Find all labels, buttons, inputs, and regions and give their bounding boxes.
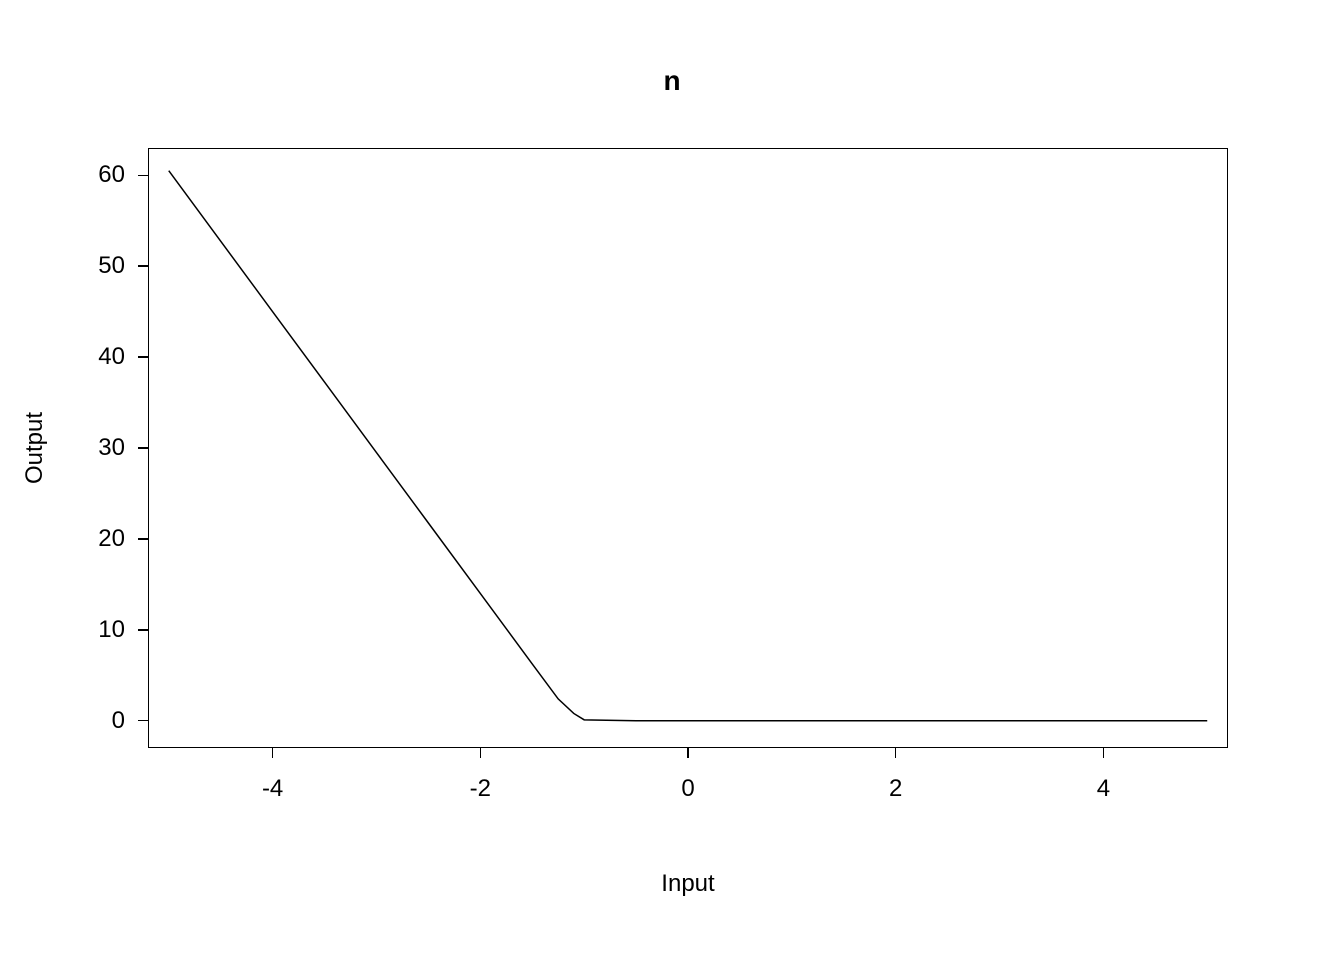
x-tick-label: 4	[1097, 775, 1110, 803]
y-tick-label: 50	[65, 252, 125, 280]
x-tick-label: -4	[262, 775, 283, 803]
y-tick	[138, 356, 148, 358]
y-tick	[138, 175, 148, 177]
y-tick-label: 10	[65, 616, 125, 644]
y-tick-label: 60	[65, 161, 125, 189]
y-tick	[138, 265, 148, 267]
y-axis-label: Output	[21, 412, 49, 484]
x-tick	[1103, 748, 1105, 758]
chart-title: n	[0, 65, 1344, 97]
chart-container: n Output Input -4-20240102030405060	[0, 0, 1344, 960]
x-tick	[272, 748, 274, 758]
x-tick	[895, 748, 897, 758]
y-tick	[138, 720, 148, 722]
y-tick	[138, 629, 148, 631]
y-tick-label: 30	[65, 434, 125, 462]
plot-svg	[148, 148, 1228, 748]
series-line	[169, 171, 1207, 721]
x-tick-label: 0	[681, 775, 694, 803]
x-tick-label: 2	[889, 775, 902, 803]
y-tick-label: 20	[65, 525, 125, 553]
y-tick	[138, 538, 148, 540]
x-tick	[480, 748, 482, 758]
x-tick	[687, 748, 689, 758]
y-tick-label: 40	[65, 343, 125, 371]
y-tick-label: 0	[65, 707, 125, 735]
x-tick-label: -2	[470, 775, 491, 803]
x-axis-label: Input	[661, 870, 714, 898]
y-tick	[138, 447, 148, 449]
